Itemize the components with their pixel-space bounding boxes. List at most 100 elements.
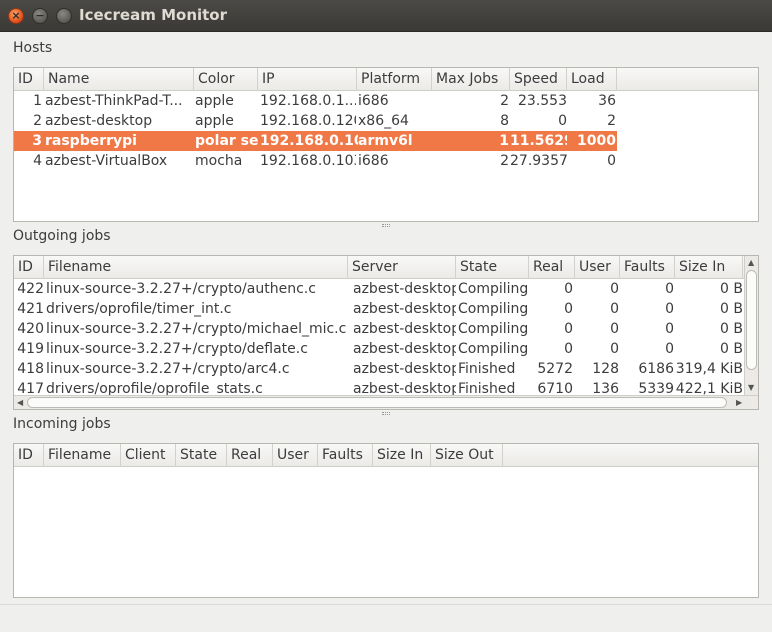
incoming-jobs-table[interactable]: ID Filename Client State Real User Fault… bbox=[13, 443, 759, 598]
job-filename: linux-source-3.2.27+/crypto/deflate.c bbox=[46, 341, 308, 357]
status-bar bbox=[0, 604, 772, 632]
outgoing-splitter-handle[interactable] bbox=[382, 412, 390, 415]
job-id: 418 bbox=[17, 361, 44, 377]
job-id: 422 bbox=[17, 281, 44, 297]
job-row[interactable]: 419 linux-source-3.2.27+/crypto/deflate.… bbox=[14, 339, 744, 359]
close-window-button[interactable]: × bbox=[8, 8, 24, 24]
column-header-color[interactable]: Color bbox=[194, 68, 258, 91]
job-id: 421 bbox=[17, 301, 44, 317]
column-header-user[interactable]: User bbox=[273, 444, 318, 467]
job-filename: drivers/oprofile/timer_int.c bbox=[46, 301, 232, 317]
column-header-size-in[interactable]: Size In bbox=[373, 444, 431, 467]
host-color: apple bbox=[195, 93, 234, 109]
column-header-filename[interactable]: Filename bbox=[44, 256, 348, 279]
job-size-in: 0 B bbox=[720, 341, 743, 357]
job-state: Compiling bbox=[458, 281, 528, 297]
job-user: 128 bbox=[592, 361, 619, 377]
column-header-id[interactable]: ID bbox=[14, 444, 44, 467]
job-real: 0 bbox=[564, 341, 573, 357]
host-load: 1000 bbox=[577, 133, 616, 149]
job-user: 0 bbox=[610, 341, 619, 357]
host-speed: 0 bbox=[558, 113, 567, 129]
minimize-icon: − bbox=[35, 9, 45, 22]
job-id: 420 bbox=[17, 321, 44, 337]
outgoing-vertical-scroll-thumb[interactable] bbox=[746, 270, 757, 370]
column-header-size-in[interactable]: Size In bbox=[675, 256, 743, 279]
column-header-platform[interactable]: Platform bbox=[357, 68, 432, 91]
job-size-in: 0 B bbox=[720, 281, 743, 297]
host-max-jobs: 8 bbox=[500, 113, 509, 129]
column-header-faults[interactable]: Faults bbox=[318, 444, 373, 467]
host-row-selected[interactable]: 3 raspberrypi polar sea 192.168.0.102 ar… bbox=[14, 131, 617, 151]
job-server: azbest-desktop bbox=[353, 341, 456, 357]
scroll-left-icon[interactable]: ◀ bbox=[17, 398, 23, 408]
job-row[interactable]: 420 linux-source-3.2.27+/crypto/michael_… bbox=[14, 319, 744, 339]
outgoing-horizontal-scrollbar[interactable]: ◀ ▶ bbox=[14, 395, 758, 409]
maximize-icon bbox=[57, 9, 71, 23]
host-max-jobs: 1 bbox=[499, 133, 509, 149]
job-filename: linux-source-3.2.27+/crypto/authenc.c bbox=[46, 281, 316, 297]
host-row[interactable]: 4 azbest-VirtualBox mocha 192.168.0.103 … bbox=[14, 151, 617, 171]
column-header-speed[interactable]: Speed bbox=[510, 68, 567, 91]
outgoing-vertical-scrollbar[interactable]: ▲ ▼ bbox=[744, 256, 758, 395]
maximize-window-button[interactable] bbox=[56, 8, 72, 24]
column-header-max-jobs[interactable]: Max Jobs bbox=[432, 68, 510, 91]
hosts-table-header: ID Name Color IP Platform Max Jobs Speed… bbox=[14, 68, 758, 91]
column-header-load[interactable]: Load bbox=[567, 68, 617, 91]
column-header-id[interactable]: ID bbox=[14, 68, 44, 91]
host-max-jobs: 2 bbox=[500, 153, 509, 169]
column-header-state[interactable]: State bbox=[176, 444, 227, 467]
outgoing-jobs-table[interactable]: ID Filename Server State Real User Fault… bbox=[13, 255, 759, 410]
host-load: 36 bbox=[598, 93, 616, 109]
host-ip: 192.168.0.120 bbox=[260, 113, 356, 129]
job-state: Compiling bbox=[458, 341, 528, 357]
job-server: azbest-desktop bbox=[353, 301, 456, 317]
job-faults: 0 bbox=[665, 341, 674, 357]
host-id: 3 bbox=[32, 133, 42, 149]
hosts-label: Hosts bbox=[13, 40, 53, 56]
scroll-right-icon[interactable]: ▶ bbox=[736, 398, 742, 408]
hosts-splitter-handle[interactable] bbox=[382, 224, 390, 227]
job-faults: 0 bbox=[665, 281, 674, 297]
column-header-faults[interactable]: Faults bbox=[620, 256, 675, 279]
title-bar: × − Icecream Monitor bbox=[0, 0, 772, 32]
column-header-real[interactable]: Real bbox=[227, 444, 273, 467]
host-speed: 11.5629 bbox=[510, 133, 567, 149]
column-header-size-out[interactable]: Size Out bbox=[431, 444, 503, 467]
column-header-ip[interactable]: IP bbox=[258, 68, 357, 91]
job-row[interactable]: 418 linux-source-3.2.27+/crypto/arc4.c a… bbox=[14, 359, 744, 379]
hosts-table[interactable]: ID Name Color IP Platform Max Jobs Speed… bbox=[13, 67, 759, 222]
column-header-id[interactable]: ID bbox=[14, 256, 44, 279]
column-header-filename[interactable]: Filename bbox=[44, 444, 121, 467]
column-header-real[interactable]: Real bbox=[529, 256, 575, 279]
scroll-down-icon[interactable]: ▼ bbox=[748, 383, 754, 393]
column-header-server[interactable]: Server bbox=[348, 256, 456, 279]
job-row[interactable]: 422 linux-source-3.2.27+/crypto/authenc.… bbox=[14, 279, 744, 299]
column-header-name[interactable]: Name bbox=[44, 68, 194, 91]
host-color: polar sea bbox=[195, 133, 259, 149]
host-ip: 192.168.0.103 bbox=[260, 153, 356, 169]
minimize-window-button[interactable]: − bbox=[32, 8, 48, 24]
host-row[interactable]: 2 azbest-desktop apple 192.168.0.120 x86… bbox=[14, 111, 617, 131]
scroll-up-icon[interactable]: ▲ bbox=[748, 258, 754, 268]
job-real: 5272 bbox=[537, 361, 573, 377]
column-header-state[interactable]: State bbox=[456, 256, 529, 279]
job-user: 0 bbox=[610, 281, 619, 297]
outgoing-jobs-label: Outgoing jobs bbox=[13, 228, 111, 244]
job-id: 419 bbox=[17, 341, 44, 357]
job-user: 0 bbox=[610, 301, 619, 317]
host-ip: 192.168.0.1... bbox=[260, 93, 356, 109]
outgoing-horizontal-scroll-thumb[interactable] bbox=[27, 397, 727, 408]
host-max-jobs: 2 bbox=[500, 93, 509, 109]
host-platform: armv6l bbox=[358, 133, 413, 149]
column-header-user[interactable]: User bbox=[575, 256, 620, 279]
incoming-jobs-label: Incoming jobs bbox=[13, 416, 111, 432]
host-row[interactable]: 1 azbest-ThinkPad-T... apple 192.168.0.1… bbox=[14, 91, 617, 111]
job-real: 0 bbox=[564, 281, 573, 297]
job-row[interactable]: 421 drivers/oprofile/timer_int.c azbest-… bbox=[14, 299, 744, 319]
column-header-client[interactable]: Client bbox=[121, 444, 176, 467]
job-faults: 0 bbox=[665, 301, 674, 317]
host-speed: 23.553 bbox=[518, 93, 567, 109]
job-size-in: 319,4 KiB bbox=[675, 361, 743, 377]
host-speed: 27.9357 bbox=[510, 153, 567, 169]
